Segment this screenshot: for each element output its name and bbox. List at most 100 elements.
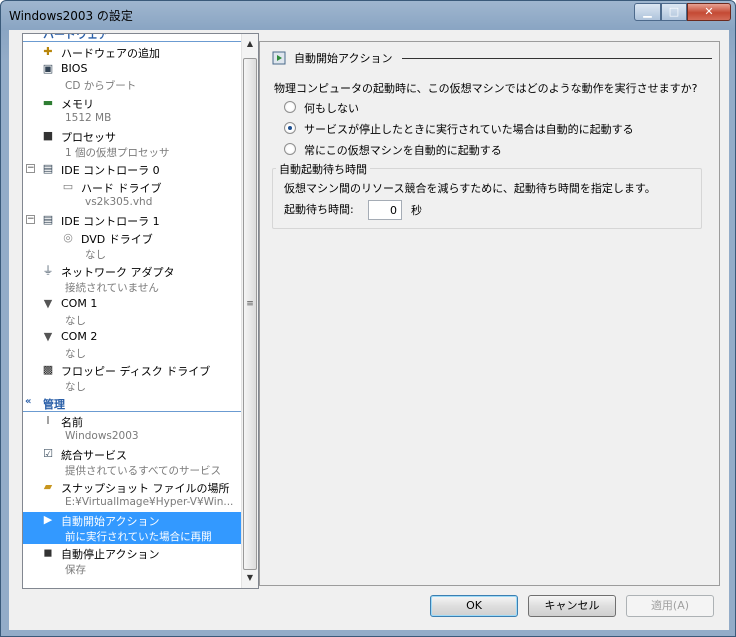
- section-hardware-label: ハードウェア: [43, 33, 109, 41]
- group-description: 仮想マシン間のリソース競合を減らすために、起動待ち時間を指定します。: [284, 182, 656, 195]
- auto-start-icon: ▶: [43, 513, 53, 526]
- tree-item-sub: Windows2003: [65, 430, 139, 442]
- option-label: サービスが停止したときに実行されていた場合は自動的に起動する: [304, 123, 634, 136]
- tree-item-ide-1[interactable]: − ▤ IDE コントローラ 1: [23, 212, 241, 228]
- tree-item-sub: 前に実行されていた場合に再開: [65, 531, 212, 543]
- tree-item-label: メモリ: [61, 98, 94, 111]
- close-button[interactable]: ✕: [687, 3, 731, 21]
- section-management-label: 管理: [43, 398, 65, 411]
- tree-item-sub: 1 個の仮想プロセッサ: [65, 147, 170, 159]
- tree-item-sub: 接続されていません: [65, 282, 159, 294]
- tree-item-label: IDE コントローラ 1: [61, 215, 160, 228]
- details-pane: 自動開始アクション 物理コンピュータの起動時に、この仮想マシンではどのような動作…: [259, 41, 720, 586]
- tree-item-network-adapter[interactable]: ⏚ ネットワーク アダプタ 接続されていません: [23, 263, 241, 295]
- tree-item-hard-drive[interactable]: ▭ ハード ドライブ vs2k305.vhd: [23, 179, 241, 211]
- startup-delay-group: [272, 168, 702, 229]
- maximize-icon: □: [668, 5, 680, 18]
- tree-scrollbar[interactable]: ▲ ≡ ▼: [241, 34, 258, 588]
- tree-item-label: BIOS: [61, 62, 88, 75]
- tree-item-sub: なし: [65, 348, 86, 360]
- dialog-client: « ハードウェア ✚ ハードウェアの追加 ▣ BIOS CD からブート ▬ メ…: [9, 30, 729, 630]
- ok-button[interactable]: OK: [430, 595, 518, 617]
- radio-do-nothing[interactable]: [284, 101, 296, 113]
- scrollbar-thumb[interactable]: ≡: [243, 58, 257, 570]
- processor-icon: ■: [42, 129, 54, 142]
- tree-item-label: フロッピー ディスク ドライブ: [61, 365, 211, 378]
- network-adapter-icon: ⏚: [42, 264, 54, 277]
- collapse-icon: «: [25, 34, 31, 37]
- delay-label: 起動待ち時間:: [284, 203, 354, 216]
- apply-button[interactable]: 適用(A): [626, 595, 714, 617]
- window-title: Windows2003 の設定: [9, 9, 133, 23]
- radio-always-start[interactable]: [284, 143, 296, 155]
- delay-unit: 秒: [411, 204, 422, 217]
- title-bar[interactable]: Windows2003 の設定 ▁ □ ✕: [1, 1, 735, 29]
- tree-item-label: IDE コントローラ 0: [61, 164, 160, 177]
- tree-item-sub: 保存: [65, 564, 86, 576]
- tree-item-snapshot-location[interactable]: ▰ スナップショット ファイルの場所 E:¥VirtualImage¥Hyper…: [23, 479, 241, 511]
- tree-item-memory[interactable]: ▬ メモリ 1512 MB: [23, 95, 241, 127]
- tree-item-label: COM 1: [61, 297, 98, 310]
- collapse-expander-icon[interactable]: −: [26, 215, 35, 224]
- tree-item-auto-stop[interactable]: ◼ 自動停止アクション 保存: [23, 545, 241, 577]
- tree-item-ide-0[interactable]: − ▤ IDE コントローラ 0: [23, 161, 241, 177]
- tree-item-name[interactable]: Ⅰ 名前 Windows2003: [23, 413, 241, 445]
- ide-controller-icon: ▤: [42, 162, 54, 175]
- integration-services-icon: ☑: [43, 447, 53, 460]
- tree-item-label: COM 2: [61, 330, 98, 343]
- tree-item-sub: CD からブート: [65, 80, 137, 92]
- page-title: 自動開始アクション: [294, 52, 393, 65]
- memory-icon: ▬: [42, 96, 54, 109]
- tree-item-label: ハード ドライブ: [81, 182, 162, 195]
- tree-item-label: ハードウェアの追加: [61, 47, 160, 60]
- startup-delay-input[interactable]: 0: [368, 200, 402, 220]
- com-port-icon: ▼: [43, 330, 53, 343]
- tree-item-sub: vs2k305.vhd: [85, 196, 153, 208]
- tree-item-bios[interactable]: ▣ BIOS CD からブート: [23, 61, 241, 93]
- close-icon: ✕: [704, 5, 714, 18]
- tree-item-dvd-drive[interactable]: ◎ DVD ドライブ なし: [23, 230, 241, 262]
- tree-item-label: 自動開始アクション: [61, 515, 160, 528]
- scroll-down-icon[interactable]: ▼: [242, 570, 258, 586]
- settings-tree[interactable]: « ハードウェア ✚ ハードウェアの追加 ▣ BIOS CD からブート ▬ メ…: [22, 33, 259, 589]
- tree-item-sub: 提供されているすべてのサービス: [65, 465, 222, 477]
- tree-item-integration-services[interactable]: ☑ 統合サービス 提供されているすべてのサービス: [23, 446, 241, 478]
- collapse-expander-icon[interactable]: −: [26, 164, 35, 173]
- radio-start-if-running[interactable]: [284, 122, 296, 134]
- floppy-icon: ▩: [42, 363, 54, 376]
- name-icon: Ⅰ: [46, 414, 50, 427]
- tree-item-label: ネットワーク アダプタ: [61, 266, 175, 279]
- section-management[interactable]: « 管理: [23, 396, 241, 412]
- cancel-button[interactable]: キャンセル: [528, 595, 616, 617]
- tree-item-auto-start[interactable]: ▶ 自動開始アクション 前に実行されていた場合に再開: [23, 512, 241, 544]
- tree-item-label: スナップショット ファイルの場所: [61, 482, 230, 495]
- settings-window: Windows2003 の設定 ▁ □ ✕ « ハードウェア ✚ ハードウェアの…: [0, 0, 736, 637]
- tree-item-sub: 1512 MB: [65, 112, 112, 124]
- section-hardware[interactable]: « ハードウェア: [23, 33, 241, 42]
- minimize-icon: ▁: [643, 5, 652, 18]
- header-divider: [402, 58, 712, 59]
- tree-item-processor[interactable]: ■ プロセッサ 1 個の仮想プロセッサ: [23, 128, 241, 160]
- tree-item-sub: なし: [65, 315, 86, 327]
- auto-stop-icon: ◼: [43, 546, 53, 559]
- grip-icon: ≡: [246, 299, 254, 309]
- scroll-up-icon[interactable]: ▲: [242, 36, 258, 52]
- ide-controller-icon: ▤: [42, 213, 54, 226]
- dvd-icon: ◎: [63, 231, 73, 244]
- page-header: 自動開始アクション: [272, 49, 712, 67]
- tree-item-label: 名前: [61, 416, 83, 429]
- tree-item-label: DVD ドライブ: [81, 233, 153, 246]
- minimize-button[interactable]: ▁: [634, 3, 661, 21]
- tree-item-sub: なし: [65, 381, 86, 393]
- tree-item-sub: E:¥VirtualImage¥Hyper-V¥Win...: [65, 496, 234, 508]
- tree-item-com1[interactable]: ▼ COM 1 なし: [23, 296, 241, 328]
- maximize-button[interactable]: □: [661, 3, 687, 21]
- option-label: 何もしない: [304, 102, 359, 115]
- tree-item-label: プロセッサ: [61, 131, 116, 144]
- group-title: 自動起動待ち時間: [276, 161, 370, 177]
- tree-item-com2[interactable]: ▼ COM 2 なし: [23, 329, 241, 361]
- com-port-icon: ▼: [43, 297, 53, 310]
- tree-item-floppy[interactable]: ▩ フロッピー ディスク ドライブ なし: [23, 362, 241, 394]
- auto-start-icon: [272, 51, 286, 65]
- snapshot-folder-icon: ▰: [43, 480, 53, 493]
